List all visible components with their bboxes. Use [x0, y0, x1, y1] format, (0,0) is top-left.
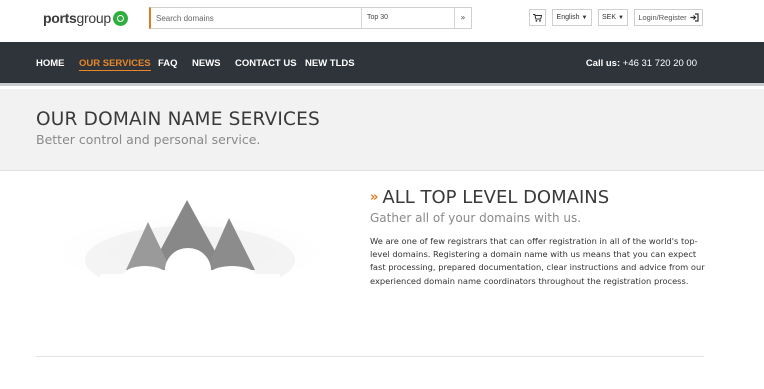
nav-home[interactable]: HOME [36, 58, 65, 69]
site-logo[interactable]: portsgroup [43, 9, 128, 27]
nav-news[interactable]: NEWS [192, 58, 221, 69]
chevron-down-icon: ▼ [618, 14, 624, 21]
login-register-button[interactable]: Login/Register [634, 9, 703, 26]
phone-contact[interactable]: Call us: +46 31 720 20 00 [586, 58, 697, 69]
cart-icon [533, 13, 542, 22]
page-title: OUR DOMAIN NAME SERVICES [36, 109, 320, 130]
nav-faq[interactable]: FAQ [158, 58, 178, 69]
page-subtitle: Better control and personal service. [36, 132, 261, 147]
sign-in-icon [690, 13, 699, 22]
phone-number: +46 31 720 20 00 [622, 58, 697, 69]
cart-button[interactable] [529, 9, 546, 26]
search-input[interactable] [151, 8, 362, 28]
section-title: » ALL TOP LEVEL DOMAINS [370, 187, 610, 208]
currency-select[interactable]: SEK ▼ [598, 9, 628, 26]
section-body: We are one of few registrars that can of… [370, 236, 705, 286]
phone-label: Call us: [585, 58, 621, 69]
domain-search-bar: Top 30 » [149, 7, 472, 29]
page-header: OUR DOMAIN NAME SERVICES Better control … [0, 89, 764, 171]
logo-wordmark: portsgroup [43, 10, 111, 26]
nav-contact-us[interactable]: CONTACT US [235, 58, 297, 69]
language-label: English [556, 14, 580, 21]
logo-mark-icon [112, 10, 128, 26]
nav-our-services[interactable]: OUR SERVICES [79, 58, 151, 71]
language-select[interactable]: English ▼ [552, 9, 592, 26]
nav-new-tlds[interactable]: NEW TLDS [305, 58, 355, 69]
double-chevron-icon: » [370, 190, 379, 205]
tld-select[interactable]: Top 30 [362, 8, 455, 28]
main-nav: HOME OUR SERVICES FAQ NEWS CONTACT US NE… [0, 42, 764, 86]
top-bar: portsgroup Top 30 » English ▼ SEK ▼ Logi… [0, 0, 764, 38]
section-subtitle: Gather all of your domains with us. [370, 211, 582, 225]
mountains-illustration [40, 200, 340, 310]
search-go-button[interactable]: » [455, 8, 471, 28]
divider [36, 356, 704, 357]
chevron-down-icon: ▼ [581, 14, 588, 21]
login-label: Login/Register [638, 13, 687, 22]
currency-label: SEK [602, 14, 617, 21]
